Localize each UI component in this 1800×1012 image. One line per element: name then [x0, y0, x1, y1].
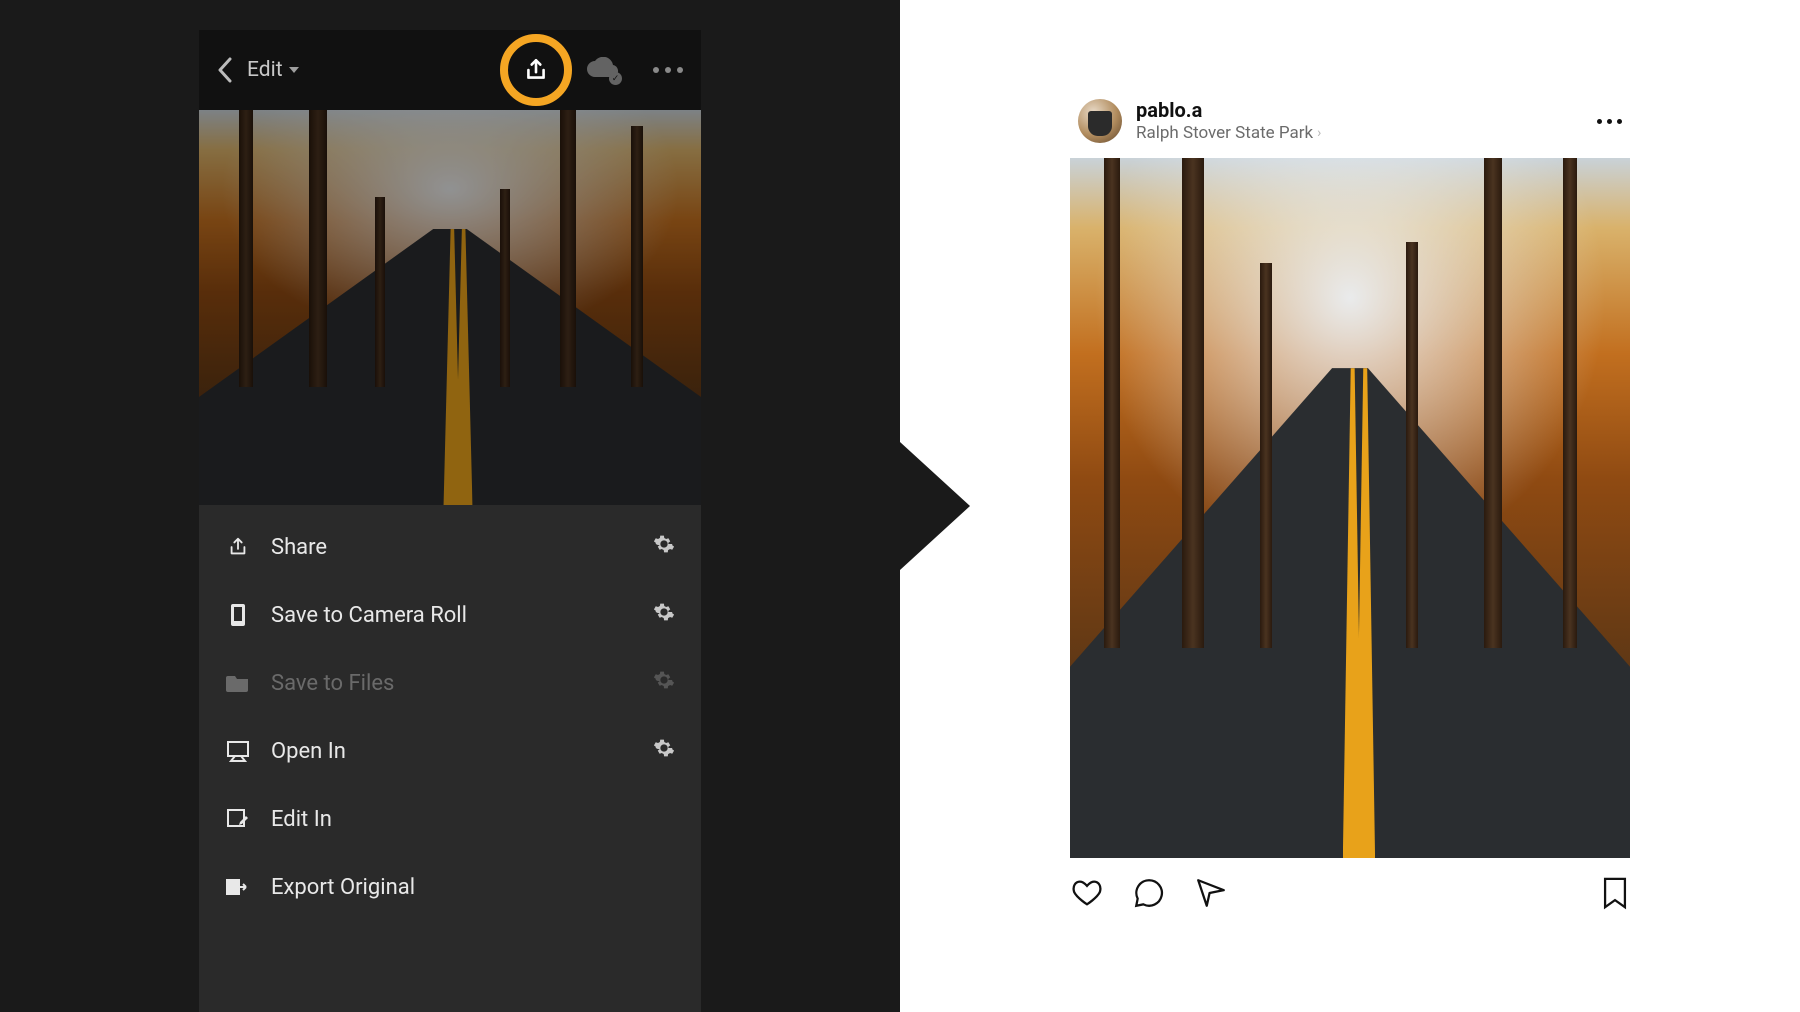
avatar[interactable]	[1078, 99, 1122, 143]
bookmark-button[interactable]	[1600, 876, 1630, 914]
chevron-right-icon: ›	[1317, 125, 1321, 143]
tutorial-highlight-ring	[500, 34, 572, 106]
send-button[interactable]	[1194, 876, 1228, 914]
post-actions	[1070, 858, 1630, 914]
mode-dropdown[interactable]: Edit	[247, 58, 299, 82]
menu-item-label: Export Original	[271, 875, 675, 900]
location-link[interactable]: Ralph Stover State Park ›	[1136, 123, 1321, 144]
mode-label: Edit	[247, 58, 283, 82]
post-more-button[interactable]	[1597, 119, 1622, 124]
gear-icon[interactable]	[653, 533, 675, 561]
export-icon	[225, 877, 251, 897]
post-header: pablo.a Ralph Stover State Park ›	[1070, 98, 1630, 158]
chevron-down-icon	[289, 67, 299, 73]
comment-button[interactable]	[1132, 876, 1166, 914]
menu-item-open-in[interactable]: Open In	[199, 717, 701, 785]
instagram-post: pablo.a Ralph Stover State Park ›	[1070, 98, 1630, 914]
edit-in-icon	[225, 808, 251, 830]
more-button[interactable]	[653, 67, 683, 73]
cloud-sync-status[interactable]: ✓	[585, 57, 619, 83]
share-icon	[225, 536, 251, 558]
photo-preview	[199, 110, 701, 505]
folder-icon	[225, 673, 251, 693]
menu-item-label: Open In	[271, 739, 633, 764]
check-icon: ✓	[609, 72, 622, 85]
menu-item-label: Edit In	[271, 807, 675, 832]
menu-item-save-camera-roll[interactable]: Save to Camera Roll	[199, 581, 701, 649]
like-button[interactable]	[1070, 876, 1104, 914]
gear-icon	[653, 669, 675, 697]
menu-item-edit-in[interactable]: Edit In	[199, 785, 701, 853]
gear-icon[interactable]	[653, 737, 675, 765]
titlebar: Edit ✓	[199, 30, 701, 110]
transition-arrow-icon	[900, 442, 970, 570]
username[interactable]: pablo.a	[1136, 98, 1321, 123]
menu-item-save-files: Save to Files	[199, 649, 701, 717]
location-label: Ralph Stover State Park	[1136, 123, 1313, 144]
gear-icon[interactable]	[653, 601, 675, 629]
device-icon	[225, 603, 251, 627]
menu-item-label: Share	[271, 535, 633, 560]
lightroom-app: Edit ✓	[199, 30, 701, 1012]
share-button[interactable]	[513, 47, 559, 93]
post-image[interactable]	[1070, 158, 1630, 858]
open-in-icon	[225, 740, 251, 762]
back-button[interactable]	[217, 57, 233, 83]
share-sheet: Share Save to Camera Roll	[199, 505, 701, 1012]
menu-item-label: Save to Files	[271, 671, 633, 696]
menu-item-share[interactable]: Share	[199, 513, 701, 581]
menu-item-export-original[interactable]: Export Original	[199, 853, 701, 921]
menu-item-label: Save to Camera Roll	[271, 603, 633, 628]
